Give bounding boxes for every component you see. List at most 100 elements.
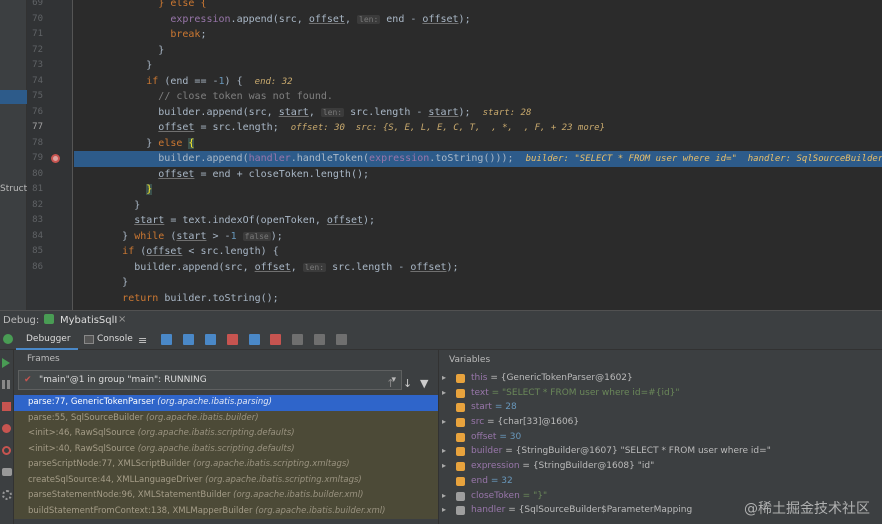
variable-name: end: [471, 475, 488, 486]
variable-value: = 32: [490, 475, 513, 486]
tab-console[interactable]: Console: [97, 334, 133, 344]
debug-session-tab[interactable]: MybatisSqlI: [60, 315, 117, 326]
code-line: } while (start > -1 false);: [74, 230, 283, 242]
camera-icon[interactable]: [2, 468, 12, 476]
code-line: }: [74, 60, 153, 71]
drop-frame-icon[interactable]: [270, 334, 282, 345]
run-to-cursor-icon[interactable]: [292, 334, 304, 345]
mute-breakpoints-icon[interactable]: [2, 446, 11, 455]
frame-up-icon[interactable]: ↑: [386, 377, 395, 390]
frame-method: parse:55, SqlSourceBuilder: [28, 412, 144, 423]
stack-frame[interactable]: parseStatementNode:96, XMLStatementBuild…: [14, 488, 438, 504]
line-number: 69: [32, 0, 43, 8]
stack-frame[interactable]: <init>:46, RawSqlSource (org.apache.ibat…: [14, 426, 438, 442]
filter-icon[interactable]: ▼: [420, 377, 428, 390]
frame-method: <init>:46, RawSqlSource: [28, 428, 135, 438]
variable-name: this: [471, 373, 488, 383]
settings-gear-icon[interactable]: [2, 490, 12, 500]
variable-row[interactable]: ▸ text = "SELECT * FROM user where id=#{i…: [439, 386, 882, 401]
view-breakpoints-icon[interactable]: [2, 424, 11, 433]
variable-value: = "}": [522, 490, 548, 501]
tab-debugger[interactable]: Debugger: [16, 330, 78, 350]
frame-package: (org.apache.ibatis.builder.xml): [255, 505, 386, 516]
line-number: 82: [32, 199, 43, 210]
structure-label: Structu: [0, 184, 27, 194]
frame-down-icon[interactable]: ↓: [403, 377, 412, 390]
stop-icon[interactable]: [2, 402, 11, 411]
variable-row[interactable]: ▸ this = {GenericTokenParser@1602}: [439, 371, 882, 386]
variable-type-icon: [456, 418, 465, 428]
variable-row[interactable]: end = 32: [439, 474, 882, 489]
line-number: 72: [32, 44, 43, 55]
side-selection-marker: [0, 90, 27, 104]
structure-panel-strip: [0, 0, 27, 310]
variable-row[interactable]: start = 28: [439, 400, 882, 415]
variable-value: = {StringBuilder@1608} "id": [522, 461, 655, 472]
expand-arrow-icon[interactable]: ▸: [442, 459, 446, 474]
expand-arrow-icon[interactable]: ▸: [442, 415, 446, 430]
expand-arrow-icon[interactable]: ▸: [442, 371, 446, 386]
frames-panel: Frames ✔ "main"@1 in group "main": RUNNI…: [14, 350, 438, 524]
menu-icon[interactable]: ≡: [138, 334, 147, 347]
resume-icon[interactable]: [2, 358, 10, 368]
line-number: 80: [32, 168, 43, 179]
code-line: // close token was not found.: [158, 91, 333, 102]
code-line: if (end == -1) { end: 32: [146, 75, 293, 87]
line-number: 79: [32, 153, 43, 163]
expand-arrow-icon[interactable]: ▸: [442, 503, 446, 518]
code-line: break;: [170, 29, 207, 40]
variable-row[interactable]: offset = 30: [439, 430, 882, 445]
line-number: 83: [32, 215, 43, 225]
breakpoint-icon[interactable]: [51, 154, 60, 163]
expand-arrow-icon[interactable]: ▸: [442, 489, 446, 504]
variable-row[interactable]: ▸ builder = {StringBuilder@1607} "SELECT …: [439, 444, 882, 459]
line-number: 76: [32, 106, 43, 117]
frame-method: buildStatementFromContext:138, XMLMapper…: [28, 505, 253, 516]
step-over-icon[interactable]: [182, 334, 194, 345]
stack-frame[interactable]: <init>:40, RawSqlSource (org.apache.ibat…: [14, 441, 438, 457]
code-line: start = text.indexOf(openToken, offset);: [134, 215, 376, 226]
rerun-icon[interactable]: [3, 334, 13, 344]
variable-row[interactable]: ▸ expression = {StringBuilder@1608} "id": [439, 459, 882, 474]
show-execution-point-icon[interactable]: [161, 334, 172, 345]
stack-frame[interactable]: buildStatementFromContext:138, XMLMapper…: [14, 503, 438, 519]
stack-frame[interactable]: parseScriptNode:77, XMLScriptBuilder (or…: [14, 457, 438, 473]
variable-value: = {StringBuilder@1607} "SELECT * FROM us…: [505, 446, 771, 457]
step-into-icon[interactable]: [204, 334, 216, 345]
line-number: 85: [32, 246, 43, 256]
frame-package: (org.apache.ibatis.builder): [145, 412, 259, 423]
stack-frame[interactable]: parse:55, SqlSourceBuilder (org.apache.i…: [14, 410, 438, 426]
variable-type-icon: [456, 506, 465, 516]
frame-list: parse:77, GenericTokenParser (org.apache…: [14, 395, 438, 519]
variable-name: builder: [471, 446, 503, 457]
variable-row[interactable]: ▸ src = {char[33]@1606}: [439, 415, 882, 430]
debugger-toolbar: Debugger Console ≡: [0, 330, 882, 350]
trace-icon[interactable]: [336, 334, 347, 345]
code-line: }: [146, 184, 153, 195]
variable-type-icon: [456, 374, 465, 383]
variable-type-icon: [456, 388, 465, 398]
frame-package: (org.apache.ibatis.scripting.defaults): [137, 443, 295, 454]
line-number: 71: [32, 29, 43, 39]
variables-header: Variables: [449, 355, 491, 365]
variable-name: start: [471, 402, 492, 413]
step-out-icon[interactable]: [248, 334, 260, 345]
code-line: offset = src.length; offset: 30 src: {S,…: [158, 122, 606, 133]
close-tab-icon[interactable]: ×: [118, 314, 126, 325]
code-editor[interactable]: Structu } else { expression.append(src, …: [0, 0, 882, 310]
pause-icon[interactable]: [2, 380, 10, 389]
code-line: } else {: [74, 137, 195, 149]
code-line: }: [74, 44, 165, 56]
force-step-into-icon[interactable]: [226, 334, 238, 345]
variable-name: src: [471, 417, 485, 428]
thread-selector[interactable]: ✔ "main"@1 in group "main": RUNNING ▾: [18, 370, 402, 390]
evaluate-expression-icon[interactable]: [314, 334, 326, 345]
code-line: return builder.toString();: [122, 292, 279, 304]
expand-arrow-icon[interactable]: ▸: [442, 444, 446, 459]
stack-frame[interactable]: createSqlSource:44, XMLLanguageDriver (o…: [14, 472, 438, 488]
stack-frame[interactable]: parse:77, GenericTokenParser (org.apache…: [14, 395, 438, 411]
frame-package: (org.apache.ibatis.parsing): [157, 397, 272, 407]
code-line: builder.append(src, start, len: src.leng…: [74, 106, 532, 118]
line-number: 77: [32, 122, 43, 132]
expand-arrow-icon[interactable]: ▸: [442, 386, 446, 401]
